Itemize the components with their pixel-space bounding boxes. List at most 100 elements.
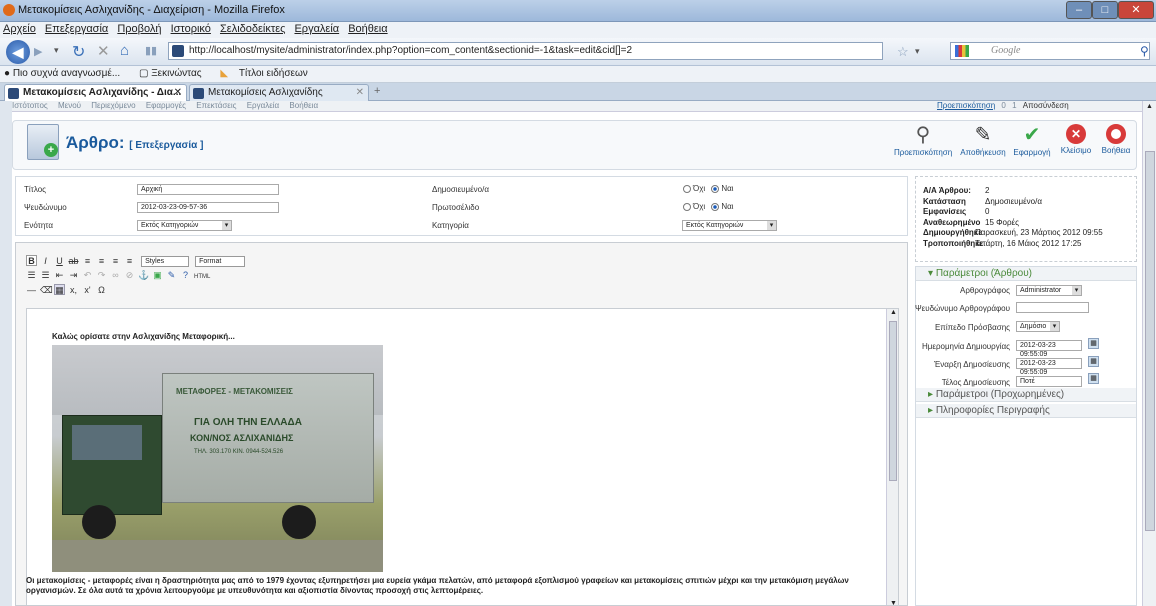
visual-aid-icon[interactable]: ▦ <box>54 284 65 295</box>
image-icon[interactable]: ▣ <box>152 270 163 281</box>
subscript-icon[interactable]: x, <box>68 285 79 296</box>
cleanup-icon[interactable]: ✎ <box>166 270 177 281</box>
bold-icon[interactable]: B <box>26 255 37 266</box>
align-center-icon[interactable]: ≡ <box>96 256 107 267</box>
published-yes-radio[interactable] <box>711 184 720 193</box>
params-metadata-header[interactable]: ▸ Πληροφορίες Περιγραφής <box>916 404 1136 418</box>
page-scrollbar[interactable]: ▲ <box>1142 101 1156 606</box>
category-select[interactable]: Εκτός Κατηγοριών ▾ <box>682 220 777 231</box>
indent-icon[interactable]: ⇥ <box>68 270 79 281</box>
author-alias-input[interactable] <box>1016 302 1089 313</box>
strikethrough-icon[interactable]: ab <box>68 256 79 267</box>
created-input[interactable]: 2012-03-23 09:55:09 <box>1016 340 1082 358</box>
bullet-list-icon[interactable]: ☰ <box>26 270 37 281</box>
calendar-icon[interactable]: ▦ <box>1088 356 1099 367</box>
back-icon[interactable]: ◀ <box>6 40 30 64</box>
home-icon[interactable]: ⌂ <box>120 42 129 59</box>
horizontal-rule-icon[interactable]: — <box>26 285 37 296</box>
outdent-icon[interactable]: ⇤ <box>54 270 65 281</box>
params-advanced-header[interactable]: ▸ Παράμετροι (Προχωρημένες) <box>916 388 1136 402</box>
scroll-thumb[interactable] <box>889 321 897 481</box>
menu-file[interactable]: Αρχείο <box>0 22 39 36</box>
admin-menu-extensions[interactable]: Επεκτάσεις <box>196 101 236 110</box>
publish-start-input[interactable]: 2012-03-23 09:55:09 <box>1016 358 1082 376</box>
html-icon[interactable]: HTML <box>194 272 210 283</box>
maximize-button[interactable]: □ <box>1092 1 1118 19</box>
scroll-down-icon[interactable]: ▼ <box>890 600 897 605</box>
published-no-radio[interactable] <box>683 184 691 193</box>
undo-icon[interactable]: ↶ <box>82 270 93 281</box>
dropdown-history-icon[interactable]: ▾ <box>54 45 59 56</box>
firefox-icon <box>3 4 15 16</box>
underline-icon[interactable]: U <box>54 256 65 267</box>
bookmark-getting-started[interactable]: ▢ Ξεκινώντας <box>139 66 210 82</box>
menu-help[interactable]: Βοήθεια <box>345 22 390 36</box>
unlink-icon[interactable]: ⊘ <box>124 270 135 281</box>
menu-view[interactable]: Προβολή <box>114 22 164 36</box>
alias-input[interactable]: 2012-03-23-09-57-36 <box>137 202 279 213</box>
frontpage-no-radio[interactable] <box>683 202 691 211</box>
publish-end-input[interactable]: Ποτέ <box>1016 376 1082 387</box>
admin-menu-components[interactable]: Εφαρμογές <box>146 101 186 110</box>
link-icon[interactable]: ∞ <box>110 270 121 281</box>
menu-history[interactable]: Ιστορικό <box>168 22 214 36</box>
section-select[interactable]: Εκτός Κατηγοριών ▾ <box>137 220 232 231</box>
bookmark-headlines[interactable]: ◣ Τίτλοι ειδήσεων <box>220 66 315 82</box>
calendar-icon[interactable]: ▦ <box>1088 373 1099 384</box>
remove-format-icon[interactable]: ⌫ <box>40 285 53 296</box>
close-window-button[interactable]: ✕ <box>1118 1 1154 19</box>
author-select[interactable]: Administrator ▾ <box>1016 285 1082 296</box>
menu-edit[interactable]: Επεξεργασία <box>42 22 111 36</box>
align-right-icon[interactable]: ≡ <box>110 256 121 267</box>
admin-menu-tools[interactable]: Εργαλεία <box>247 101 279 110</box>
admin-menu-site[interactable]: Ιστότοπος <box>12 101 48 110</box>
format-select[interactable]: Format <box>195 255 246 267</box>
minimize-button[interactable]: – <box>1066 1 1092 19</box>
redo-icon[interactable]: ↷ <box>96 270 107 281</box>
url-dropdown-icon[interactable]: ▾ <box>915 46 920 57</box>
italic-icon[interactable]: I <box>40 256 51 267</box>
new-tab-icon[interactable]: + <box>374 85 380 97</box>
styles-select[interactable]: Styles <box>141 255 190 267</box>
search-go-icon[interactable]: ⚲ <box>1140 44 1149 58</box>
preview-link[interactable]: Προεπισκόπηση <box>937 101 995 110</box>
stop-icon[interactable]: ✕ <box>97 42 110 60</box>
anchor-icon[interactable]: ⚓ <box>138 270 149 281</box>
apply-button[interactable]: ✔ Εφαρμογή <box>1010 124 1054 166</box>
help-circle-icon[interactable]: ? <box>180 270 191 281</box>
params-article-header[interactable]: ▾ Παράμετροι (Άρθρου) <box>916 267 1136 281</box>
tab-close-icon[interactable]: ✕ <box>174 85 182 100</box>
logout-link[interactable]: Αποσύνδεση <box>1023 101 1069 110</box>
title-input[interactable]: Αρχική <box>137 184 279 195</box>
menu-bookmarks[interactable]: Σελιδοδείκτες <box>217 22 288 36</box>
admin-menu-menus[interactable]: Μενού <box>58 101 81 110</box>
url-bar[interactable]: http://localhost/mysite/administrator/in… <box>168 42 883 60</box>
scroll-thumb[interactable] <box>1145 151 1155 531</box>
menu-tools[interactable]: Εργαλεία <box>291 22 342 36</box>
access-select[interactable]: Δημόσιο ▾ <box>1016 321 1060 332</box>
search-input[interactable]: Google <box>950 42 1150 60</box>
scroll-up-icon[interactable]: ▲ <box>1146 103 1153 110</box>
tab-close-icon[interactable]: ✕ <box>356 85 364 100</box>
admin-menu-content[interactable]: Περιεχόμενο <box>91 101 135 110</box>
tab-admin[interactable]: Μετακομίσεις Ασλιχανίδης - Δια... ✕ <box>4 84 187 101</box>
superscript-icon[interactable]: x' <box>82 285 93 296</box>
save-button[interactable]: ✎ Αποθήκευση <box>958 124 1008 166</box>
align-justify-icon[interactable]: ≡ <box>124 256 135 267</box>
numbered-list-icon[interactable]: ☰ <box>40 270 51 281</box>
calendar-icon[interactable]: ▦ <box>1088 338 1099 349</box>
admin-menu-help[interactable]: Βοήθεια <box>289 101 318 110</box>
special-char-icon[interactable]: Ω <box>96 285 107 296</box>
forward-icon[interactable]: ▶ <box>34 45 48 59</box>
close-button[interactable]: ✕ Κλείσιμο <box>1056 124 1096 166</box>
star-bookmark-icon[interactable]: ☆ <box>897 44 909 60</box>
reload-icon[interactable]: ↻ <box>72 42 85 62</box>
frontpage-yes-radio[interactable] <box>711 202 720 211</box>
editor-scrollbar[interactable]: ▲ ▼ <box>886 309 898 605</box>
align-left-icon[interactable]: ≡ <box>82 256 93 267</box>
scroll-up-icon[interactable]: ▲ <box>890 309 897 316</box>
preview-button[interactable]: ⚲ Προεπισκόπηση <box>894 124 952 166</box>
bookmark-most-visited[interactable]: ● Πιο συχνά αναγνωσμέ... <box>4 66 128 82</box>
help-button[interactable]: Βοήθεια <box>1096 124 1136 166</box>
tab-site[interactable]: Μετακομίσεις Ασλιχανίδης ✕ <box>189 84 369 101</box>
